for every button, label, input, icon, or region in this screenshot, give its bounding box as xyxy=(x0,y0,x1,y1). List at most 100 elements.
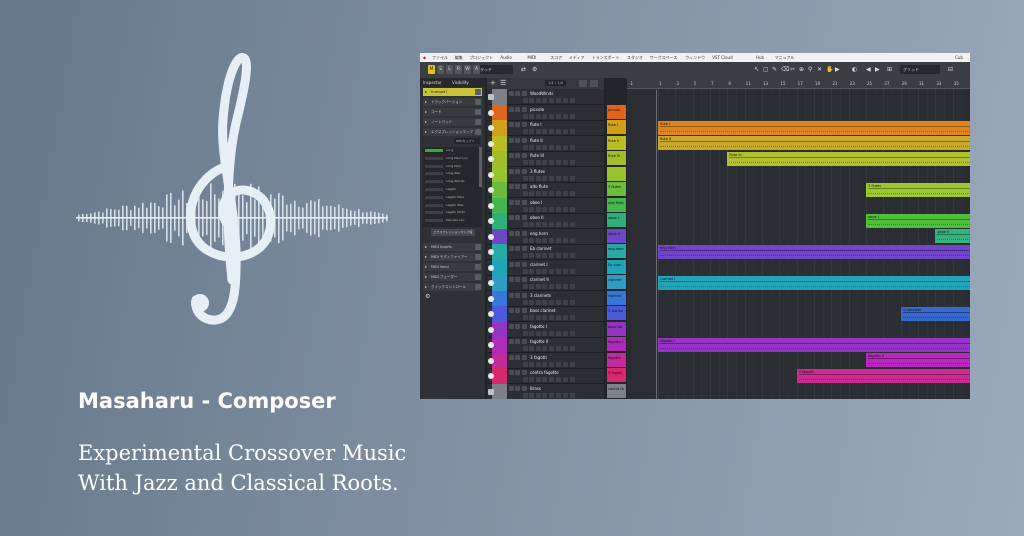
track-row[interactable]: Brass xyxy=(487,383,604,399)
menu-item[interactable]: ワークスペース xyxy=(650,55,677,61)
add-track-icon[interactable]: + xyxy=(490,79,496,87)
track-control-button[interactable] xyxy=(523,129,528,134)
gear-icon[interactable]: ⚙ xyxy=(425,293,430,300)
mute-button[interactable] xyxy=(509,199,514,205)
split-icon[interactable]: ✂ xyxy=(790,66,795,74)
midi-part[interactable]: flute II xyxy=(658,136,970,150)
inspector-section[interactable]: エクスプレッションマップ xyxy=(423,128,482,136)
track-control-button[interactable] xyxy=(556,222,561,227)
record-button[interactable] xyxy=(522,122,527,127)
track-control-button[interactable] xyxy=(556,268,561,274)
menu-item[interactable]: トランスポート xyxy=(592,55,620,61)
mute-button[interactable] xyxy=(509,184,514,189)
track-control-button[interactable] xyxy=(570,315,575,320)
section-toggle-icon[interactable] xyxy=(475,129,481,135)
articulation-slot[interactable] xyxy=(425,195,443,199)
track-control-button[interactable] xyxy=(549,377,554,382)
track-name[interactable]: bass clarinet xyxy=(530,308,556,313)
track-control-button[interactable] xyxy=(542,191,547,196)
track-row[interactable]: 3 clarinets xyxy=(487,290,604,307)
articulation-item[interactable]: Long Marc Lon xyxy=(423,155,478,162)
midi-part[interactable]: 3 clarinets xyxy=(900,306,970,321)
inspector-section[interactable]: クイックコントロール xyxy=(423,283,482,291)
track-control-button[interactable] xyxy=(536,191,541,196)
track-control-button[interactable] xyxy=(556,392,561,398)
track-control-button[interactable] xyxy=(523,237,528,243)
track-control-button[interactable] xyxy=(570,191,575,196)
track-control-button[interactable] xyxy=(536,144,541,150)
solo-button[interactable] xyxy=(515,199,520,205)
track-control-button[interactable] xyxy=(529,315,534,320)
track-row[interactable]: Eb clarinet xyxy=(487,244,604,260)
track-row[interactable]: flute III xyxy=(487,151,604,167)
clip-label[interactable]: flute III xyxy=(607,151,626,165)
track-name[interactable]: 3 clarinets xyxy=(530,293,551,298)
track-control-button[interactable] xyxy=(529,284,534,289)
track-control-button[interactable] xyxy=(536,377,541,382)
track-control-button[interactable] xyxy=(556,237,561,243)
track-name[interactable]: oboe II xyxy=(530,215,544,220)
track-control-button[interactable] xyxy=(563,129,568,134)
track-name[interactable]: clarinet I xyxy=(530,262,548,267)
solo-button[interactable] xyxy=(515,261,520,267)
solo-button[interactable] xyxy=(515,153,520,158)
automation-mode-select[interactable]: タッチ xyxy=(477,65,513,74)
mute-button[interactable] xyxy=(509,339,514,344)
track-control-button[interactable] xyxy=(570,222,575,227)
track-control-button[interactable] xyxy=(556,361,561,367)
track-row[interactable]: fagotto II xyxy=(487,337,604,353)
clip-label[interactable]: clarinet xyxy=(607,275,626,289)
midi-part[interactable]: eng.horn xyxy=(658,244,970,259)
mute-button[interactable] xyxy=(509,106,514,112)
mute-button[interactable] xyxy=(509,153,514,158)
track-control-button[interactable] xyxy=(542,222,547,227)
record-button[interactable] xyxy=(522,323,527,329)
track-row[interactable]: clarinet II xyxy=(487,275,604,291)
record-button[interactable] xyxy=(522,153,527,158)
track-control-button[interactable] xyxy=(523,175,528,181)
snap-type-select[interactable]: グリッド xyxy=(900,65,940,74)
track-control-button[interactable] xyxy=(529,206,534,212)
track-control-button[interactable] xyxy=(563,144,568,150)
solo-button[interactable] xyxy=(515,230,520,236)
track-control-button[interactable] xyxy=(542,361,547,367)
mute-tool-icon[interactable]: ✕ xyxy=(817,66,822,74)
record-button[interactable] xyxy=(522,230,527,236)
track-control-button[interactable] xyxy=(536,237,541,243)
arrangement-area[interactable]: -1135791113151719212325272931333537 flut… xyxy=(627,78,970,399)
play-tool-icon[interactable]: ▶ xyxy=(835,66,840,74)
menu-item[interactable]: MIDI xyxy=(527,55,536,60)
track-control-button[interactable] xyxy=(549,113,554,119)
midi-part[interactable]: fagotto I xyxy=(658,337,970,352)
record-button[interactable] xyxy=(522,277,527,282)
mute-button[interactable] xyxy=(509,261,514,267)
tab-visibility[interactable]: Visibility xyxy=(452,80,469,85)
sync-icon[interactable] xyxy=(590,80,598,87)
track-control-button[interactable] xyxy=(536,284,541,289)
track-control-button[interactable] xyxy=(556,206,561,212)
articulation-item[interactable]: Marcato Lon xyxy=(423,217,478,224)
track-control-button[interactable] xyxy=(549,361,554,367)
snap-toggle-icon[interactable]: ⊞ xyxy=(887,66,892,74)
color-palette-icon[interactable]: ◐ xyxy=(852,66,857,74)
track-control-button[interactable] xyxy=(563,222,568,227)
section-toggle-icon[interactable] xyxy=(475,254,481,260)
clip-label[interactable]: piccolo xyxy=(607,104,626,119)
track-control-button[interactable] xyxy=(529,377,534,382)
clip-label[interactable]: 3 clarine xyxy=(607,306,626,320)
section-toggle-icon[interactable] xyxy=(475,99,481,105)
record-button[interactable] xyxy=(522,385,527,391)
track-row[interactable]: flute I xyxy=(487,120,604,136)
track-control-button[interactable] xyxy=(529,361,534,367)
menu-item[interactable]: 編集 xyxy=(455,55,463,61)
track-control-button[interactable] xyxy=(523,113,528,119)
clip-label[interactable]: flute II xyxy=(607,135,626,150)
track-control-button[interactable] xyxy=(536,299,541,305)
menu-item[interactable]: スコア xyxy=(550,55,562,61)
solo-button[interactable] xyxy=(515,323,520,329)
section-toggle-icon[interactable] xyxy=(475,109,481,115)
midi-part[interactable]: oboe I xyxy=(866,213,970,228)
track-control-button[interactable] xyxy=(536,98,541,103)
mute-button[interactable] xyxy=(509,370,514,375)
clip-label[interactable]: 3 fagott xyxy=(607,368,626,382)
